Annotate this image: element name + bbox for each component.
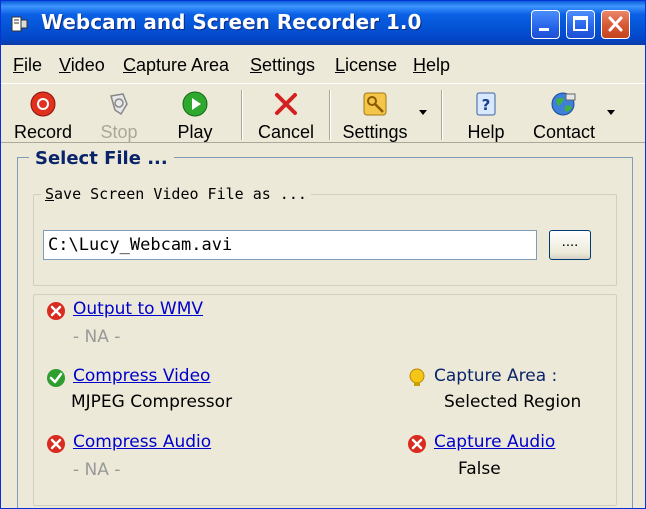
compress-audio-link[interactable]: Compress Audio [73,432,211,452]
menu-settings-mnemonic: S [250,55,263,75]
toolbar-separator [441,90,443,140]
capture-area-label: Capture Area : [434,366,558,386]
menu-video[interactable]: Video [59,55,105,76]
menu-help-mnemonic: H [413,55,426,75]
settings-button[interactable]: Settings [337,86,413,142]
menu-video-mnemonic: V [59,55,71,75]
cancel-icon [275,93,297,115]
app-window: Webcam and Screen Recorder 1.0 File Vide… [0,0,646,509]
globe-icon [551,92,576,116]
settings-icon [363,92,387,116]
maximize-icon [573,16,588,31]
menu-capture-area-label: apture Area [136,55,230,75]
error-icon [47,435,65,453]
content-area: Select File ... Save Screen Video File a… [1,143,645,508]
maximize-button[interactable] [566,10,595,39]
record-label: Record [13,122,73,142]
title-bar[interactable]: Webcam and Screen Recorder 1.0 [1,1,645,45]
contact-dropdown-arrow-icon[interactable] [607,110,615,115]
check-icon [47,369,65,387]
menu-help-label: elp [426,55,451,75]
menu-bar: File Video Capture Area Settings License… [1,47,645,83]
close-icon [608,16,623,32]
help-button[interactable]: ? Help [459,86,513,142]
window-title: Webcam and Screen Recorder 1.0 [41,10,422,34]
record-button[interactable]: Record [7,86,79,142]
menu-settings-label: ettings [262,55,316,75]
menu-capture-area-mnemonic: C [123,55,136,75]
save-file-legend: Save Screen Video File as ... [41,185,311,203]
compress-audio-value: - NA - [73,460,121,480]
play-button[interactable]: Play [163,86,227,142]
menu-file-label: ile [24,55,43,75]
settings-label: Settings [342,122,408,142]
app-icon [11,16,28,32]
toolbar-separator [329,90,331,140]
stop-label: Stop [100,122,138,142]
svg-text:?: ? [482,96,491,114]
compress-video-value: MJPEG Compressor [71,392,233,412]
stop-button: Stop [89,86,149,142]
play-label: Play [177,122,213,142]
help-icon: ? [476,92,496,116]
menu-file-mnemonic: F [13,55,24,75]
settings-dropdown-arrow-icon[interactable] [419,110,427,115]
toolbar-separator [241,90,243,140]
capture-audio-value: False [458,459,501,479]
cancel-label: Cancel [257,122,315,142]
capture-area-value: Selected Region [444,392,582,412]
contact-button[interactable]: Contact [525,86,603,142]
capture-audio-link[interactable]: Capture Audio [434,432,555,452]
browse-button[interactable]: .... [549,230,591,260]
minimize-icon [539,28,549,31]
menu-file[interactable]: File [13,55,42,76]
error-icon [408,435,426,453]
lightbulb-icon [409,368,425,386]
menu-capture-area[interactable]: Capture Area [123,55,229,76]
contact-label: Contact [532,122,596,142]
save-file-legend-mnemonic: S [45,185,55,203]
menu-license[interactable]: License [335,55,397,76]
menu-settings[interactable]: Settings [250,55,315,76]
cancel-button[interactable]: Cancel [253,86,319,142]
record-icon [30,91,56,117]
toolbar: Record Stop Play Cancel Settings ? Help … [1,83,645,143]
minimize-button[interactable] [531,10,560,39]
menu-license-label: icense [345,55,398,75]
error-icon [47,302,65,320]
menu-video-label: ideo [70,55,105,75]
stop-icon [110,93,128,116]
section-title: Select File ... [29,148,174,169]
help-label: Help [467,122,505,142]
output-to-wmv-value: - NA - [73,327,121,347]
file-path-input[interactable]: C:\Lucy_Webcam.avi [43,230,537,260]
play-icon [182,91,208,117]
menu-license-mnemonic: L [335,55,346,75]
save-file-legend-label: ave Screen Video File as ... [54,185,307,203]
compress-video-link[interactable]: Compress Video [73,366,210,386]
output-to-wmv-link[interactable]: Output to WMV [73,299,203,319]
menu-help[interactable]: Help [413,55,450,76]
close-button[interactable] [601,10,630,39]
